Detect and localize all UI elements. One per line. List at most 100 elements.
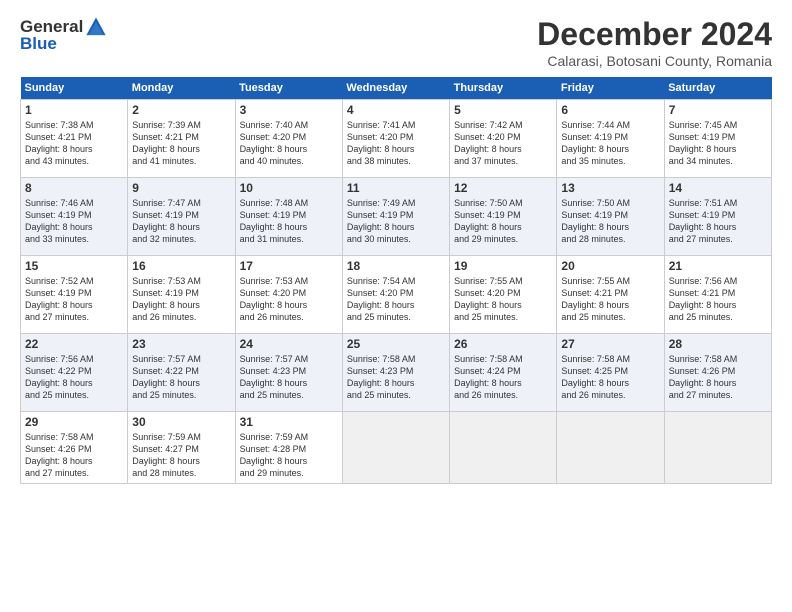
calendar-cell: 20Sunrise: 7:55 AM Sunset: 4:21 PM Dayli…	[557, 256, 664, 334]
calendar-cell: 1Sunrise: 7:38 AM Sunset: 4:21 PM Daylig…	[21, 100, 128, 178]
calendar-week-4: 22 Sunrise: 7:56 AM Sunset: 4:22 PM Dayli…	[21, 334, 772, 412]
day-number: 8	[25, 181, 123, 195]
day-info: Sunrise: 7:53 AM Sunset: 4:20 PM Dayligh…	[240, 275, 338, 324]
month-title: December 2024	[537, 16, 772, 53]
calendar-cell: 9Sunrise: 7:47 AM Sunset: 4:19 PM Daylig…	[128, 178, 235, 256]
calendar-cell: 17 Sunrise: 7:53 AM Sunset: 4:20 PM Dayli…	[235, 256, 342, 334]
day-info: Sunrise: 7:48 AM Sunset: 4:19 PM Dayligh…	[240, 197, 338, 246]
calendar-cell: 23 Sunrise: 7:57 AM Sunset: 4:22 PM Dayli…	[128, 334, 235, 412]
day-number: 22	[25, 337, 123, 351]
calendar-header-row: SundayMondayTuesdayWednesdayThursdayFrid…	[21, 77, 772, 100]
calendar-cell: 19 Sunrise: 7:55 AM Sunset: 4:20 PM Dayli…	[450, 256, 557, 334]
calendar-cell: 11Sunrise: 7:49 AM Sunset: 4:19 PM Dayli…	[342, 178, 449, 256]
day-number: 11	[347, 181, 445, 195]
calendar-cell: 22 Sunrise: 7:56 AM Sunset: 4:22 PM Dayli…	[21, 334, 128, 412]
day-info: Sunrise: 7:54 AM Sunset: 4:20 PM Dayligh…	[347, 275, 445, 324]
calendar-cell: 25 Sunrise: 7:58 AM Sunset: 4:23 PM Dayli…	[342, 334, 449, 412]
calendar-header-monday: Monday	[128, 77, 235, 100]
day-info: Sunrise: 7:58 AM Sunset: 4:26 PM Dayligh…	[669, 353, 767, 402]
calendar-header-thursday: Thursday	[450, 77, 557, 100]
calendar-cell: 8Sunrise: 7:46 AM Sunset: 4:19 PM Daylig…	[21, 178, 128, 256]
calendar-cell: 6 Sunrise: 7:44 AM Sunset: 4:19 PM Daylig…	[557, 100, 664, 178]
calendar-week-2: 8Sunrise: 7:46 AM Sunset: 4:19 PM Daylig…	[21, 178, 772, 256]
day-info: Sunrise: 7:51 AM Sunset: 4:19 PM Dayligh…	[669, 197, 767, 246]
calendar-header-sunday: Sunday	[21, 77, 128, 100]
calendar-cell: 28Sunrise: 7:58 AM Sunset: 4:26 PM Dayli…	[664, 334, 771, 412]
calendar-cell: 16 Sunrise: 7:53 AM Sunset: 4:19 PM Dayli…	[128, 256, 235, 334]
day-number: 19	[454, 259, 552, 273]
calendar-cell: 12Sunrise: 7:50 AM Sunset: 4:19 PM Dayli…	[450, 178, 557, 256]
logo-icon	[85, 16, 107, 38]
calendar-cell: 4 Sunrise: 7:41 AM Sunset: 4:20 PM Daylig…	[342, 100, 449, 178]
day-number: 12	[454, 181, 552, 195]
day-number: 24	[240, 337, 338, 351]
calendar-cell: 2 Sunrise: 7:39 AM Sunset: 4:21 PM Daylig…	[128, 100, 235, 178]
calendar-cell: 18Sunrise: 7:54 AM Sunset: 4:20 PM Dayli…	[342, 256, 449, 334]
calendar-header-saturday: Saturday	[664, 77, 771, 100]
day-info: Sunrise: 7:39 AM Sunset: 4:21 PM Dayligh…	[132, 119, 230, 168]
calendar-cell	[450, 412, 557, 484]
calendar-cell	[557, 412, 664, 484]
day-number: 30	[132, 415, 230, 429]
day-number: 15	[25, 259, 123, 273]
day-info: Sunrise: 7:44 AM Sunset: 4:19 PM Dayligh…	[561, 119, 659, 168]
day-info: Sunrise: 7:58 AM Sunset: 4:23 PM Dayligh…	[347, 353, 445, 402]
day-number: 17	[240, 259, 338, 273]
day-number: 10	[240, 181, 338, 195]
calendar-cell: 13Sunrise: 7:50 AM Sunset: 4:19 PM Dayli…	[557, 178, 664, 256]
day-number: 26	[454, 337, 552, 351]
day-number: 29	[25, 415, 123, 429]
day-info: Sunrise: 7:55 AM Sunset: 4:20 PM Dayligh…	[454, 275, 552, 324]
day-info: Sunrise: 7:57 AM Sunset: 4:22 PM Dayligh…	[132, 353, 230, 402]
calendar-cell: 27 Sunrise: 7:58 AM Sunset: 4:25 PM Dayli…	[557, 334, 664, 412]
day-number: 27	[561, 337, 659, 351]
calendar-cell: 29Sunrise: 7:58 AM Sunset: 4:26 PM Dayli…	[21, 412, 128, 484]
day-number: 9	[132, 181, 230, 195]
calendar-cell: 3 Sunrise: 7:40 AM Sunset: 4:20 PM Daylig…	[235, 100, 342, 178]
logo: General Blue	[20, 16, 107, 54]
page: General Blue December 2024 Calarasi, Bot…	[0, 0, 792, 612]
day-number: 16	[132, 259, 230, 273]
day-number: 3	[240, 103, 338, 117]
day-info: Sunrise: 7:52 AM Sunset: 4:19 PM Dayligh…	[25, 275, 123, 324]
day-info: Sunrise: 7:58 AM Sunset: 4:24 PM Dayligh…	[454, 353, 552, 402]
calendar-cell: 24Sunrise: 7:57 AM Sunset: 4:23 PM Dayli…	[235, 334, 342, 412]
day-info: Sunrise: 7:58 AM Sunset: 4:25 PM Dayligh…	[561, 353, 659, 402]
title-section: December 2024 Calarasi, Botosani County,…	[537, 16, 772, 69]
day-number: 2	[132, 103, 230, 117]
calendar-header-tuesday: Tuesday	[235, 77, 342, 100]
calendar-cell: 10 Sunrise: 7:48 AM Sunset: 4:19 PM Dayli…	[235, 178, 342, 256]
calendar-cell	[342, 412, 449, 484]
day-info: Sunrise: 7:41 AM Sunset: 4:20 PM Dayligh…	[347, 119, 445, 168]
calendar-body: 1Sunrise: 7:38 AM Sunset: 4:21 PM Daylig…	[21, 100, 772, 484]
day-number: 31	[240, 415, 338, 429]
calendar-cell: 14Sunrise: 7:51 AM Sunset: 4:19 PM Dayli…	[664, 178, 771, 256]
day-number: 25	[347, 337, 445, 351]
day-number: 7	[669, 103, 767, 117]
calendar-week-1: 1Sunrise: 7:38 AM Sunset: 4:21 PM Daylig…	[21, 100, 772, 178]
day-info: Sunrise: 7:38 AM Sunset: 4:21 PM Dayligh…	[25, 119, 123, 168]
calendar-header-wednesday: Wednesday	[342, 77, 449, 100]
calendar-cell: 5Sunrise: 7:42 AM Sunset: 4:20 PM Daylig…	[450, 100, 557, 178]
calendar-cell: 31Sunrise: 7:59 AM Sunset: 4:28 PM Dayli…	[235, 412, 342, 484]
day-number: 6	[561, 103, 659, 117]
calendar-week-5: 29Sunrise: 7:58 AM Sunset: 4:26 PM Dayli…	[21, 412, 772, 484]
calendar-cell: 7 Sunrise: 7:45 AM Sunset: 4:19 PM Daylig…	[664, 100, 771, 178]
calendar-cell: 21Sunrise: 7:56 AM Sunset: 4:21 PM Dayli…	[664, 256, 771, 334]
day-number: 13	[561, 181, 659, 195]
day-info: Sunrise: 7:56 AM Sunset: 4:22 PM Dayligh…	[25, 353, 123, 402]
day-info: Sunrise: 7:40 AM Sunset: 4:20 PM Dayligh…	[240, 119, 338, 168]
logo-blue: Blue	[20, 34, 57, 54]
day-info: Sunrise: 7:53 AM Sunset: 4:19 PM Dayligh…	[132, 275, 230, 324]
day-number: 5	[454, 103, 552, 117]
calendar-header-friday: Friday	[557, 77, 664, 100]
calendar-cell: 30 Sunrise: 7:59 AM Sunset: 4:27 PM Dayli…	[128, 412, 235, 484]
subtitle: Calarasi, Botosani County, Romania	[537, 53, 772, 69]
day-number: 23	[132, 337, 230, 351]
calendar-cell: 26 Sunrise: 7:58 AM Sunset: 4:24 PM Dayli…	[450, 334, 557, 412]
calendar: SundayMondayTuesdayWednesdayThursdayFrid…	[20, 77, 772, 484]
day-info: Sunrise: 7:45 AM Sunset: 4:19 PM Dayligh…	[669, 119, 767, 168]
day-info: Sunrise: 7:59 AM Sunset: 4:27 PM Dayligh…	[132, 431, 230, 480]
calendar-week-3: 15 Sunrise: 7:52 AM Sunset: 4:19 PM Dayli…	[21, 256, 772, 334]
day-number: 4	[347, 103, 445, 117]
